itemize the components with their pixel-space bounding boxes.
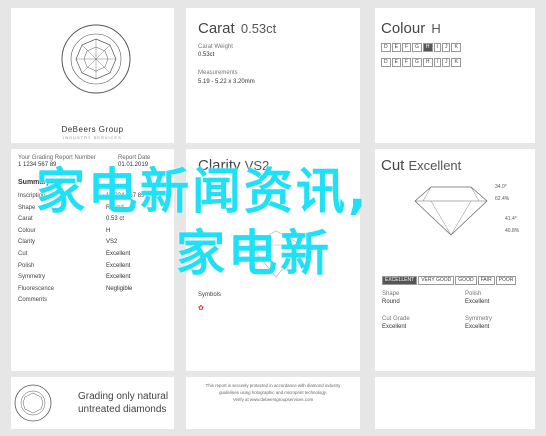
cut-polish-label: Polish: [465, 291, 482, 297]
row-key: Symmetry: [18, 274, 45, 281]
colour-scale2-item: J: [441, 58, 451, 67]
colour-scale-item: K: [451, 43, 461, 52]
cut-grade-label: Cut Grade: [382, 316, 410, 322]
cut-shape-label: Shape: [382, 291, 400, 297]
cut-scale-item: GOOD: [455, 276, 477, 285]
colour-scale-item: F: [401, 43, 412, 52]
colour-scale-secondary: D E F G H I J K: [381, 58, 461, 67]
colour-scale2-item: F: [401, 58, 412, 67]
report-row: Symmetry Excellent: [18, 274, 168, 286]
colour-scale-item: E: [391, 43, 401, 52]
symbols-value: ✿: [198, 304, 204, 312]
cut-polish-value: Excellent: [465, 299, 490, 305]
cloud-symbol-icon: ✿: [198, 305, 204, 312]
colour-title: Colour H: [381, 20, 441, 37]
brand-name: DeBeers Group: [61, 125, 124, 134]
cut-shape-value: Round: [382, 299, 400, 305]
carat-title-value: 0.53ct: [240, 21, 277, 36]
cut-scale: EXCELLENT VERY GOOD GOOD FAIR POOR: [382, 276, 517, 285]
row-value: Excellent: [106, 274, 131, 281]
measurements-label: Measurements: [198, 70, 238, 76]
diamond-profile-icon: [414, 186, 488, 236]
colour-scale-item-selected: H: [422, 43, 433, 52]
dim-label: 40.8%: [505, 228, 520, 234]
row-key: Fluorescence: [18, 285, 55, 292]
colour-title-label: Colour: [381, 20, 426, 37]
row-value: VS2: [106, 239, 118, 246]
footer-line-1: Grading only natural: [78, 391, 169, 402]
colour-scale-item: I: [433, 43, 441, 52]
dim-label: 34.0°: [495, 184, 507, 190]
dim-label: 62.4%: [495, 196, 510, 202]
report-row: Cut Excellent: [18, 251, 168, 263]
symbols-label: Symbols: [198, 292, 222, 298]
colour-scale2-item: G: [412, 58, 422, 67]
row-value: H: [106, 227, 111, 234]
row-key: Colour: [18, 227, 36, 234]
carat-weight-label: Carat Weight: [198, 44, 233, 50]
dim-label: 41.4°: [505, 216, 517, 222]
report-row: Comments: [18, 297, 168, 309]
report-row: Clarity VS2: [18, 239, 168, 251]
report-row: Colour H: [18, 228, 168, 240]
fineprint-3: Verify at www.debeersgroupservices.com: [232, 397, 314, 402]
cut-symmetry-value: Excellent: [465, 324, 490, 330]
carat-title-label: Carat: [198, 20, 235, 37]
overlay-headline-1: 家电新闻资讯,: [36, 163, 370, 220]
cut-title-value: Excellent: [408, 158, 462, 173]
row-value: [106, 297, 168, 309]
report-row: Fluorescence Negligible: [18, 286, 168, 298]
carat-title: Carat 0.53ct: [198, 20, 276, 37]
cut-grade-value: Excellent: [382, 324, 407, 330]
colour-title-value: H: [431, 21, 441, 36]
report-row: Polish Excellent: [18, 263, 168, 275]
fineprint-1: This report is securely protected in acc…: [205, 383, 341, 388]
cut-symmetry-label: Symmetry: [465, 316, 492, 322]
colour-scale2-item: I: [433, 58, 441, 67]
colour-scale-item: G: [412, 43, 422, 52]
brand-subtitle: INDUSTRY SERVICES: [63, 135, 122, 140]
cut-title: Cut Excellent: [381, 157, 461, 174]
colour-scale-item: J: [441, 43, 451, 52]
colour-scale2-item: H: [422, 58, 433, 67]
row-key: Clarity: [18, 239, 36, 246]
row-key: Polish: [18, 262, 35, 269]
overlay-headline-2: 家电新: [176, 225, 333, 282]
cut-scale-item: FAIR: [477, 276, 495, 285]
colour-scale2-item: E: [391, 58, 401, 67]
footer-line-2: untreated diamonds: [78, 404, 167, 415]
measurements-value: 5.19 - 5.22 x 3.20mm: [198, 79, 255, 85]
fineprint-2: guidelines using holographic and micropr…: [219, 390, 327, 395]
cut-scale-item: POOR: [495, 276, 517, 285]
row-value: Excellent: [106, 250, 131, 257]
footer-fineprint-panel: This report is securely protected in acc…: [186, 377, 360, 429]
colour-scale2-item: K: [451, 58, 461, 67]
colour-scale: D E F G H I J K: [381, 43, 461, 52]
footer-emblem-panel: Grading only natural untreated diamonds: [11, 377, 174, 429]
institute-emblem-icon: [61, 24, 131, 94]
colour-scale-item: D: [381, 43, 391, 52]
cut-panel: Cut Excellent 34.0° 62.4% 41.4° 40.8% EX…: [375, 149, 535, 371]
logo-panel: DeBeers Group INDUSTRY SERVICES: [11, 8, 174, 143]
cut-scale-item-selected: EXCELLENT: [382, 276, 418, 285]
footer-emblem-icon: [14, 384, 52, 422]
cut-title-label: Cut: [381, 157, 405, 174]
carat-panel: Carat 0.53ct Carat Weight 0.53ct Measure…: [186, 8, 360, 143]
row-value: Excellent: [106, 262, 131, 269]
footer-blank-panel: [375, 377, 535, 429]
colour-scale2-item: D: [381, 58, 391, 67]
cut-scale-item: VERY GOOD: [418, 276, 455, 285]
colour-panel: Colour H D E F G H I J K D E F G H I J K: [375, 8, 535, 143]
row-value: Negligible: [106, 285, 133, 292]
carat-weight-value: 0.53ct: [198, 52, 215, 58]
row-key: Comments: [18, 297, 48, 304]
row-key: Cut: [18, 250, 28, 257]
